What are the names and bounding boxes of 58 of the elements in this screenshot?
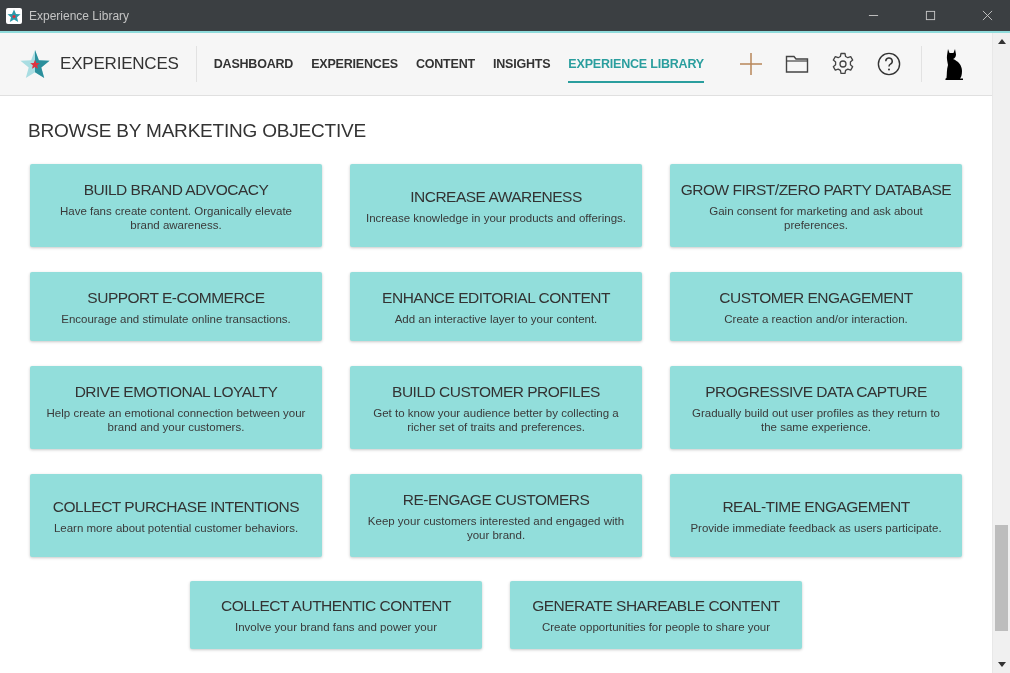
window-title: Experience Library — [29, 8, 130, 23]
objective-card[interactable]: DRIVE EMOTIONAL LOYALTY Help create an emotional connection between your brand and your customers. — [30, 366, 322, 449]
scrollbar[interactable] — [992, 33, 1010, 673]
star-logo-icon[interactable] — [19, 48, 51, 80]
objective-card[interactable]: SUPPORT E-COMMERCE Encourage and stimulate online transactions. — [30, 272, 322, 341]
card-title: BUILD BRAND ADVOCACY — [83, 180, 269, 200]
card-title: DRIVE EMOTIONAL LOYALTY — [74, 382, 278, 402]
nav-tab[interactable]: CONTENT — [415, 33, 475, 95]
card-description: Involve your brand fans and power your — [234, 620, 438, 634]
card-title: GENERATE SHAREABLE CONTENT — [532, 596, 780, 616]
objective-card[interactable]: BUILD CUSTOMER PROFILES Get to know your audience better by collecting a richer set of traits and preferences. — [350, 366, 642, 449]
card-description: Provide immediate feedback as users participate. — [689, 521, 943, 535]
help-icon[interactable] — [877, 52, 901, 76]
settings-icon[interactable] — [831, 52, 855, 76]
objective-card[interactable]: INCREASE AWARENESS Increase knowledge in your products and offerings. — [350, 164, 642, 247]
card-title: PROGRESSIVE DATA CAPTURE — [705, 382, 927, 402]
objective-card[interactable]: CUSTOMER ENGAGEMENT Create a reaction and/or interaction. — [670, 272, 962, 341]
card-title: BUILD CUSTOMER PROFILES — [392, 382, 600, 402]
card-title: RE-ENGAGE CUSTOMERS — [402, 490, 590, 510]
nav-tab[interactable]: DASHBOARD — [213, 33, 294, 95]
card-description: Help create an emotional connection between your brand and your customers. — [45, 406, 307, 434]
scrollbar-thumb[interactable] — [995, 525, 1008, 631]
card-description: Add an interactive layer to your content. — [393, 312, 599, 326]
card-title: ENHANCE EDITORIAL CONTENT — [382, 288, 610, 308]
card-description: Gradually build out user profiles as they return to the same experience. — [691, 406, 941, 434]
card-description: Create a reaction and/or interaction. — [723, 312, 909, 326]
card-title: COLLECT AUTHENTIC CONTENT — [220, 596, 452, 616]
card-description: Keep your customers interested and engaged with your brand. — [366, 514, 626, 542]
brand-name: EXPERIENCES — [60, 54, 179, 74]
objective-card[interactable]: RE-ENGAGE CUSTOMERS Keep your customers interested and engaged with your brand. — [350, 474, 642, 557]
card-description: Have fans create content. Organically elevate brand awareness. — [58, 204, 293, 232]
objective-card[interactable]: BUILD BRAND ADVOCACY Have fans create content. Organically elevate brand awareness. — [30, 164, 322, 247]
card-description: Create opportunities for people to share your — [540, 620, 772, 634]
nav-tab[interactable]: INSIGHTS — [492, 33, 551, 95]
card-title: COLLECT PURCHASE INTENTIONS — [52, 497, 300, 517]
card-description: Gain consent for marketing and ask about preferences. — [708, 204, 924, 232]
objective-card[interactable]: GROW FIRST/ZERO PARTY DATABASE Gain consent for marketing and ask about preferences. — [670, 164, 962, 247]
objective-card[interactable]: GENERATE SHAREABLE CONTENT Create opportunities for people to share your — [510, 581, 802, 649]
cat-avatar-icon[interactable] — [944, 48, 964, 80]
scroll-down-icon[interactable] — [997, 662, 1006, 667]
objective-card[interactable]: COLLECT PURCHASE INTENTIONS Learn more about potential customer behaviors. — [30, 474, 322, 557]
objective-card[interactable]: ENHANCE EDITORIAL CONTENT Add an interactive layer to your content. — [350, 272, 642, 341]
card-title: REAL-TIME ENGAGEMENT — [722, 497, 910, 517]
objective-card[interactable]: REAL-TIME ENGAGEMENT Provide immediate feedback as users participate. — [670, 474, 962, 557]
card-description: Increase knowledge in your products and offerings. — [365, 211, 627, 225]
nav-tab[interactable]: EXPERIENCES — [311, 33, 398, 95]
section-title: BROWSE BY MARKETING OBJECTIVE — [28, 120, 368, 142]
card-description: Encourage and stimulate online transactions. — [60, 312, 292, 326]
card-description: Get to know your audience better by collecting a richer set of traits and preferences. — [372, 406, 620, 434]
app-icon — [6, 7, 22, 24]
objective-card[interactable]: PROGRESSIVE DATA CAPTURE Gradually build out user profiles as they return to the same experience. — [670, 366, 962, 449]
card-title: INCREASE AWARENESS — [410, 187, 582, 207]
card-title: CUSTOMER ENGAGEMENT — [719, 288, 913, 308]
scroll-up-icon[interactable] — [997, 39, 1006, 44]
card-title: SUPPORT E-COMMERCE — [87, 288, 265, 308]
card-description: Learn more about potential customer behaviors. — [52, 521, 300, 535]
card-title: GROW FIRST/ZERO PARTY DATABASE — [680, 180, 952, 200]
objective-card[interactable]: COLLECT AUTHENTIC CONTENT Involve your brand fans and power your — [190, 581, 482, 649]
